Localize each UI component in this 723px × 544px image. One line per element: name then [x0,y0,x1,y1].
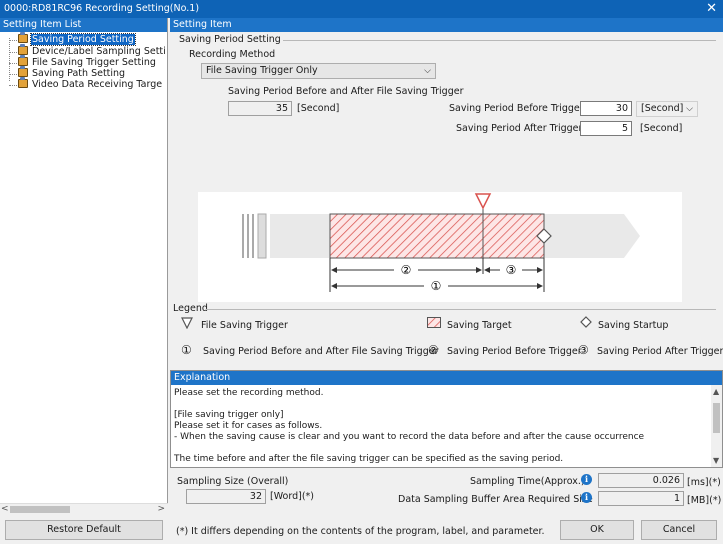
sampling-size-unit: [Word](*) [270,491,314,502]
explanation-scrollbar[interactable]: ▲ ▼ [711,385,722,467]
before-trigger-input[interactable]: 30 [580,101,632,116]
legend-trigger: File Saving Trigger [201,320,288,331]
trigger-marker-icon [474,193,492,210]
diagram-label-1: ① [431,279,442,293]
before-trigger-label: Saving Period Before Trigger [449,103,584,114]
setting-icon [18,44,28,55]
before-trigger-unit-select[interactable]: [Second] ⌵ [636,101,698,117]
footer-note: (*) It differs depending on the contents… [176,526,545,537]
chevron-down-icon: ⌵ [686,104,693,114]
legend-num-1: ① [181,343,192,357]
scroll-down-icon[interactable]: ▼ [713,456,719,465]
info-icon[interactable]: i [581,474,592,485]
file-saving-trigger-icon [181,317,193,329]
sampling-time-label: Sampling Time(Approx.) [470,476,585,487]
close-icon[interactable]: ✕ [706,1,717,16]
legend-item-1: Saving Period Before and After File Savi… [203,346,439,357]
scroll-thumb[interactable] [10,506,70,513]
after-trigger-label: Saving Period After Trigger [456,123,583,134]
saving-startup-icon [580,316,592,328]
setting-icon [18,55,28,66]
group-title: Saving Period Setting [179,34,281,45]
scroll-thumb[interactable] [713,403,720,433]
sampling-time-unit: [ms](*) [687,477,721,488]
ok-button[interactable]: OK [560,520,634,540]
buffer-size-unit: [MB](*) [687,495,722,506]
explanation-header: Explanation [171,371,722,385]
legend-num-2: ② [428,343,439,357]
setting-item-list-header: Setting Item List [0,18,167,32]
timeline-start-stripes [242,213,267,259]
legend-target: Saving Target [447,320,512,331]
before-after-label: Saving Period Before and After File Savi… [228,86,464,97]
explanation-text: Please set the recording method. [File s… [174,388,645,464]
window-title: 0000:RD81RC96 Recording Setting(No.1) [4,3,200,14]
scroll-up-icon[interactable]: ▲ [713,387,719,396]
explanation-panel: Explanation Please set the recording met… [170,370,723,468]
after-trigger-input[interactable]: 5 [580,121,632,136]
sampling-size-field: 32 [186,489,266,504]
legend-item-3: Saving Period After Trigger [597,346,723,357]
setting-item-header: Setting Item [170,18,723,32]
sampling-time-field: 0.026 [598,473,684,488]
timeline-svg: ② ③ ① [242,193,640,293]
recording-method-label: Recording Method [189,49,276,60]
before-after-unit: [Second] [297,103,340,114]
sampling-size-label: Sampling Size (Overall) [177,476,289,487]
restore-default-button[interactable]: Restore Default [5,520,163,540]
buffer-size-field: 1 [598,491,684,506]
setting-icon [18,66,28,77]
scroll-left-icon[interactable]: < [1,504,9,514]
legend-startup: Saving Startup [598,320,669,331]
legend-title: Legend [173,303,208,314]
tree-item-saving-period-setting[interactable]: Saving Period Setting [18,32,136,46]
setting-icon [18,77,28,88]
title-bar: 0000:RD81RC96 Recording Setting(No.1) ✕ [0,0,723,18]
diagram-label-3: ③ [506,263,517,277]
scroll-right-icon[interactable]: > [157,504,165,514]
saving-target-icon [427,317,441,328]
chevron-down-icon: ⌵ [424,66,431,76]
setting-item-list-panel: Setting Item List Saving Period Setting … [0,18,168,515]
diagram-label-2: ② [401,263,412,277]
left-horizontal-scrollbar[interactable]: < > [0,503,168,515]
saving-period-diagram: ② ③ ① [198,192,682,302]
tree-item-video-data-receiving[interactable]: Video Data Receiving Targe [18,77,163,91]
legend-item-2: Saving Period Before Trigger [447,346,582,357]
legend-num-3: ③ [578,343,589,357]
after-trigger-unit: [Second] [640,123,683,134]
buffer-size-label: Data Sampling Buffer Area Required Size [398,494,593,505]
before-after-field: 35 [228,101,292,116]
recording-method-select[interactable]: File Saving Trigger Only ⌵ [201,63,436,79]
info-icon[interactable]: i [581,492,592,503]
cancel-button[interactable]: Cancel [641,520,717,540]
saving-target-area [329,213,545,259]
setting-icon [18,32,28,43]
